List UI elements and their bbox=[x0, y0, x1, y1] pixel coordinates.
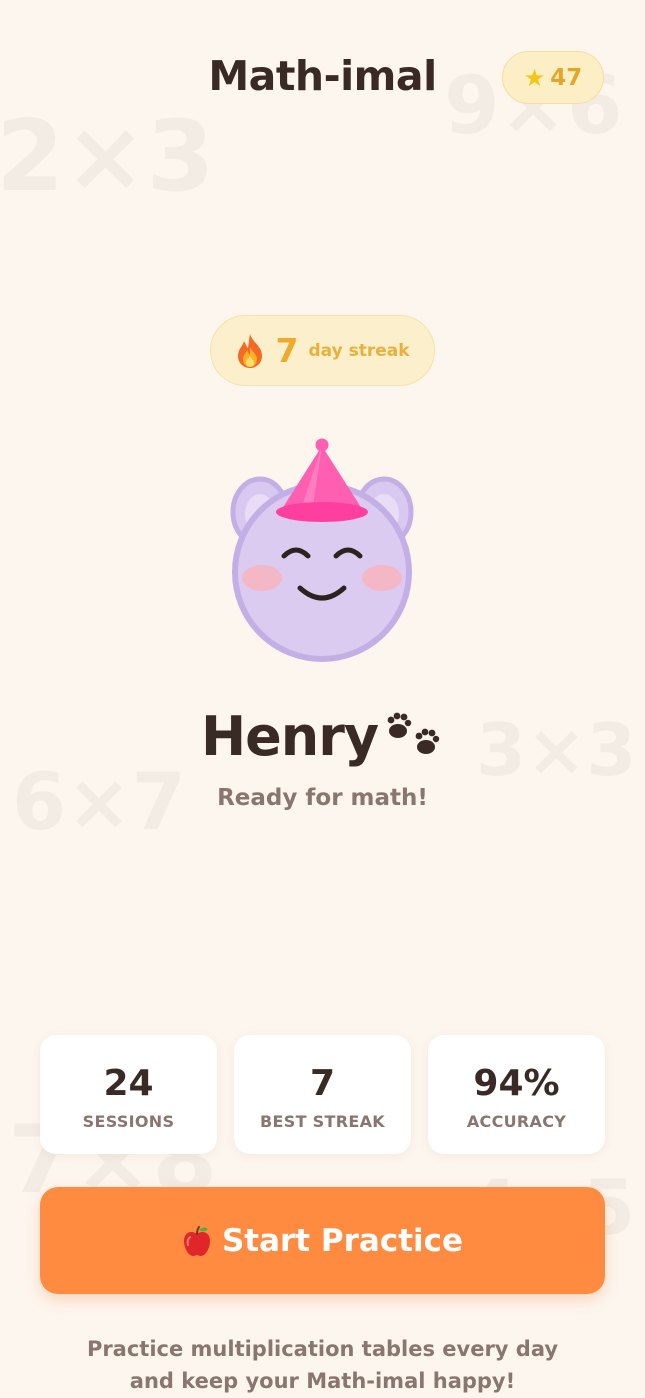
left-cheek bbox=[242, 565, 282, 591]
streak-count: 7 bbox=[275, 331, 299, 370]
stat-value: 24 bbox=[103, 1063, 154, 1104]
star-icon: ★ bbox=[523, 63, 546, 92]
stat-label: BEST STREAK bbox=[260, 1112, 385, 1131]
paw-prints-icon bbox=[387, 712, 440, 754]
hat-pompom bbox=[315, 438, 329, 452]
footer-tagline: Practice multiplication tables every day… bbox=[0, 1333, 645, 1397]
right-cheek bbox=[362, 565, 402, 591]
pet-name-row: Henry bbox=[0, 705, 645, 768]
stat-card-sessions: 24 SESSIONS bbox=[40, 1035, 217, 1154]
apple-icon bbox=[183, 1225, 210, 1256]
footer-line-2: and keep your Math-imal happy! bbox=[129, 1369, 516, 1393]
stat-card-best-streak: 7 BEST STREAK bbox=[234, 1035, 411, 1154]
stat-label: SESSIONS bbox=[82, 1112, 175, 1131]
pet-status: Ready for math! bbox=[217, 785, 428, 811]
stat-value: 7 bbox=[309, 1063, 336, 1104]
star-count: 47 bbox=[550, 64, 583, 91]
stat-card-accuracy: 94% ACCURACY bbox=[428, 1035, 605, 1154]
stat-value: 94% bbox=[473, 1063, 560, 1104]
footer-line-1: Practice multiplication tables every day bbox=[86, 1337, 559, 1361]
pet-mascot[interactable] bbox=[222, 432, 422, 662]
start-practice-button[interactable]: Start Practice bbox=[40, 1187, 605, 1294]
pet-name: Henry bbox=[200, 705, 379, 768]
flame-icon bbox=[238, 333, 263, 368]
streak-label: day streak bbox=[308, 340, 410, 361]
bg-fact-2x3: 2×3 bbox=[0, 108, 215, 206]
streak-badge: 7 day streak bbox=[210, 315, 435, 386]
star-count-badge[interactable]: ★ 47 bbox=[502, 51, 604, 104]
start-practice-label: Start Practice bbox=[221, 1222, 464, 1259]
stat-label: ACCURACY bbox=[466, 1112, 567, 1131]
